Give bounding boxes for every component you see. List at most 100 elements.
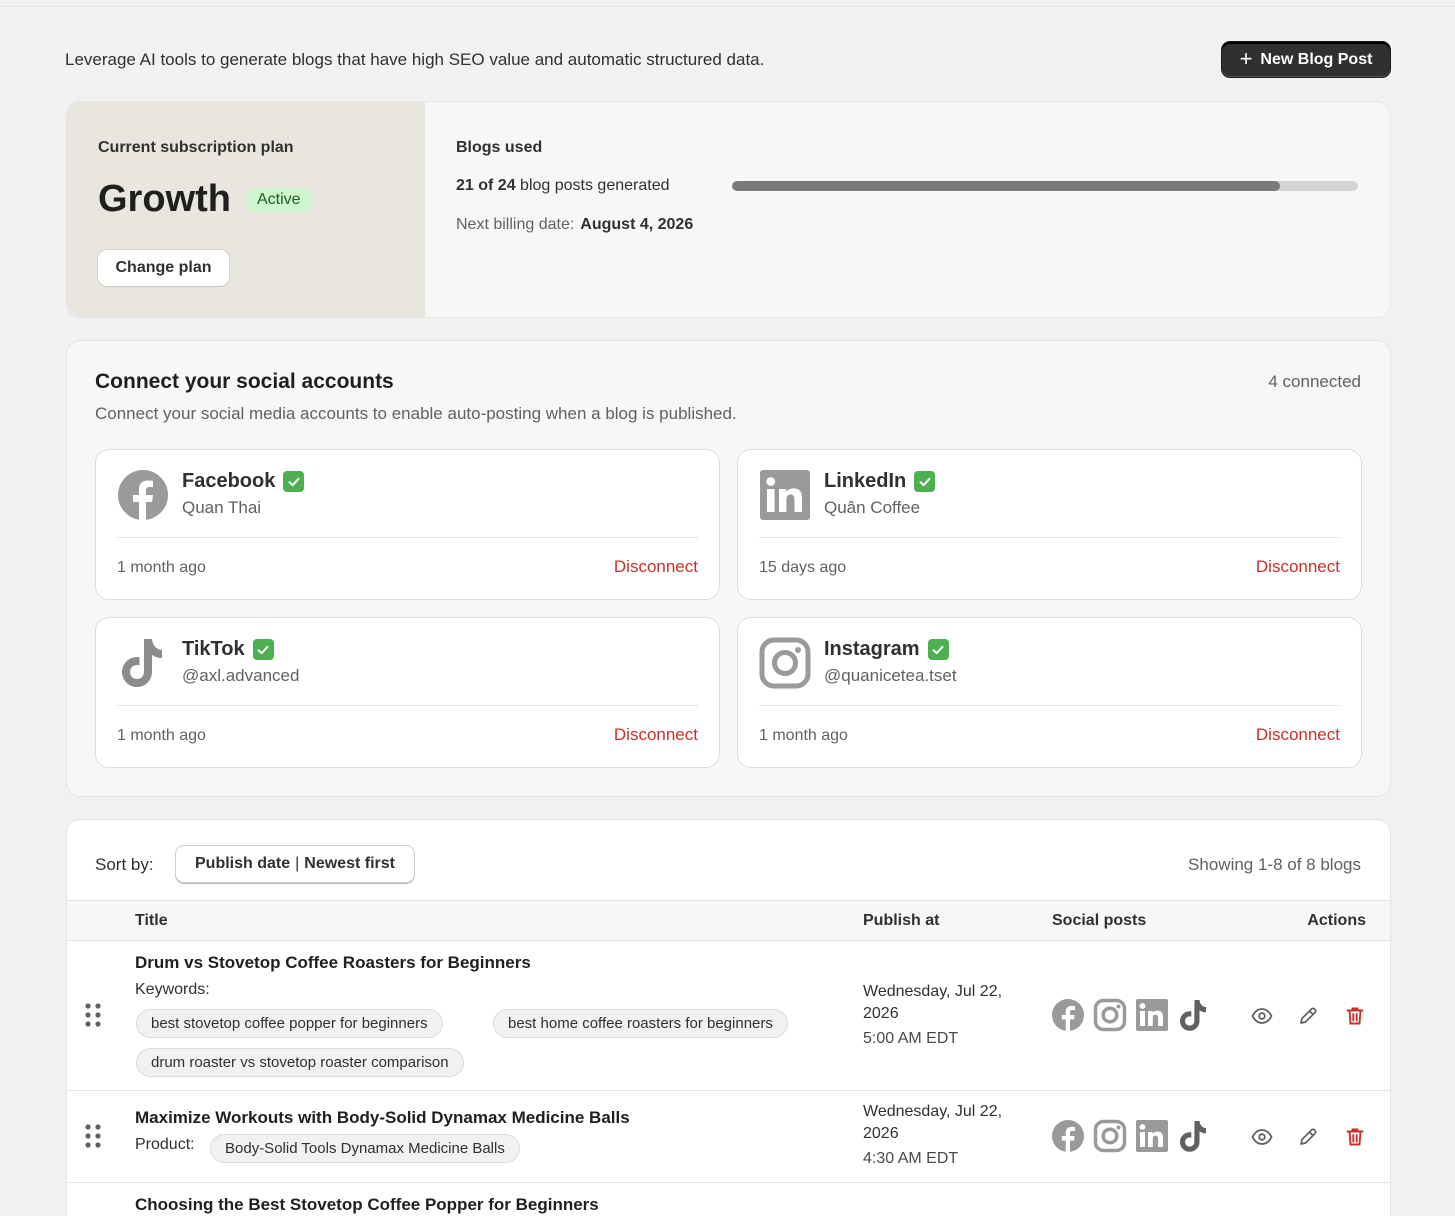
account-name: TikTok (182, 638, 274, 661)
pagination-summary: Showing 1-8 of 8 blogs (1188, 855, 1361, 874)
disconnect-instagram-button[interactable]: Disconnect (1256, 725, 1340, 745)
usage-progress-bar (732, 181, 1358, 191)
drag-handle-icon[interactable] (84, 1002, 102, 1028)
tiktok-icon (1180, 1000, 1206, 1031)
publish-time: 5:00 AM EDT (863, 1030, 959, 1047)
view-eye-icon[interactable] (1249, 1124, 1275, 1150)
account-name-text: LinkedIn (824, 470, 907, 492)
publish-time: 4:30 AM EDT (863, 1150, 959, 1167)
usage-progress-fill (732, 181, 1280, 191)
table-row[interactable]: Maximize Workouts with Body-Solid Dynama… (67, 1091, 1390, 1183)
usage-text: 21 of 24 blog posts generated (456, 177, 670, 195)
account-handle: Quan Thai (182, 498, 262, 517)
plan-usage: Blogs used 21 of 24 blog posts generated… (456, 102, 1390, 317)
product-label: Product: (135, 1136, 195, 1153)
usage-count: 21 of 24 (456, 177, 516, 194)
usage-suffix: blog posts generated (520, 177, 670, 194)
publish-at: Wednesday, Jul 22, 2026 5:00 AM EDT (863, 981, 1033, 1050)
social-title: Connect your social accounts (95, 370, 394, 393)
facebook-icon (117, 469, 169, 521)
next-billing: Next billing date: August 4, 2026 (456, 216, 693, 234)
publish-date: Wednesday, Jul 22, 2026 (863, 983, 1003, 1022)
keyword-tag: best stovetop coffee popper for beginner… (136, 1009, 443, 1038)
facebook-icon (1052, 999, 1084, 1031)
sort-select-button[interactable]: Publish date | Newest first (175, 845, 415, 883)
divider (117, 705, 698, 706)
social-subtitle: Connect your social media accounts to en… (95, 404, 737, 423)
divider (759, 537, 1340, 538)
blog-title[interactable]: Drum vs Stovetop Coffee Roasters for Beg… (135, 953, 531, 973)
divider (117, 537, 698, 538)
blog-title[interactable]: Choosing the Best Stovetop Coffee Popper… (135, 1195, 599, 1215)
table-row[interactable]: Drum vs Stovetop Coffee Roasters for Beg… (67, 941, 1390, 1091)
change-plan-button[interactable]: Change plan (98, 250, 229, 286)
account-card-linkedin: LinkedIn Quân Coffee 15 days ago Disconn… (737, 449, 1362, 600)
check-icon (927, 639, 949, 660)
publish-at: Wednesday, Jul 22, 2026 4:30 AM EDT (863, 1101, 1033, 1170)
account-handle: @quanicetea.tset (824, 666, 957, 685)
table-row[interactable]: Choosing the Best Stovetop Coffee Popper… (67, 1183, 1390, 1216)
delete-trash-icon[interactable] (1342, 1003, 1368, 1029)
product-tag: Body-Solid Tools Dynamax Medicine Balls (210, 1134, 520, 1163)
account-handle: Quân Coffee (824, 498, 921, 517)
sort-label: Sort by: (95, 855, 154, 874)
drag-handle-icon[interactable] (84, 1123, 102, 1149)
connected-time: 15 days ago (759, 559, 847, 576)
new-blog-post-label: New Blog Post (1260, 50, 1373, 68)
facebook-icon (1052, 1120, 1084, 1152)
new-blog-post-button[interactable]: + New Blog Post (1221, 41, 1391, 78)
subscription-card: Current subscription plan Growth Active … (66, 101, 1391, 318)
sort-separator: | (295, 855, 300, 872)
billing-label: Next billing date: (456, 216, 575, 233)
tiktok-icon (117, 637, 169, 689)
column-header-actions: Actions (1307, 912, 1366, 929)
social-posts (1051, 998, 1211, 1032)
edit-pencil-icon[interactable] (1295, 1003, 1321, 1029)
billing-date: August 4, 2026 (580, 216, 694, 233)
account-card-facebook: Facebook Quan Thai 1 month ago Disconnec… (95, 449, 720, 600)
disconnect-facebook-button[interactable]: Disconnect (614, 557, 698, 577)
divider (759, 705, 1340, 706)
blog-title[interactable]: Maximize Workouts with Body-Solid Dynama… (135, 1108, 630, 1128)
account-name: Instagram (824, 638, 949, 661)
social-accounts-card: Connect your social accounts Connect you… (66, 340, 1391, 797)
instagram-icon (1093, 998, 1127, 1032)
linkedin-icon (1136, 999, 1168, 1031)
column-header-publish: Publish at (863, 912, 940, 929)
edit-pencil-icon[interactable] (1295, 1124, 1321, 1150)
account-name: LinkedIn (824, 470, 936, 493)
keyword-tag: drum roaster vs stovetop roaster compari… (136, 1048, 464, 1077)
table-header: Title Publish at Social posts Actions (67, 900, 1390, 941)
account-name-text: Instagram (824, 638, 920, 660)
social-posts (1051, 1119, 1211, 1153)
connected-count: 4 connected (1268, 372, 1361, 391)
disconnect-linkedin-button[interactable]: Disconnect (1256, 557, 1340, 577)
keyword-tag: best home coffee roasters for beginners (493, 1009, 788, 1038)
linkedin-icon (759, 469, 811, 521)
column-header-title: Title (135, 912, 168, 929)
check-icon (914, 471, 936, 492)
blogs-used-label: Blogs used (456, 139, 543, 156)
plan-summary: Current subscription plan Growth Active … (67, 102, 425, 317)
publish-date: Wednesday, Jul 22, 2026 (863, 1103, 1003, 1142)
account-name-text: Facebook (182, 470, 276, 492)
disconnect-tiktok-button[interactable]: Disconnect (614, 725, 698, 745)
view-eye-icon[interactable] (1249, 1003, 1275, 1029)
check-icon (252, 639, 274, 660)
account-card-tiktok: TikTok @axl.advanced 1 month ago Disconn… (95, 617, 720, 768)
sort-order: Newest first (304, 855, 395, 872)
plus-icon: + (1239, 45, 1253, 71)
account-card-instagram: Instagram @quanicetea.tset 1 month ago D… (737, 617, 1362, 768)
account-handle: @axl.advanced (182, 666, 300, 685)
delete-trash-icon[interactable] (1342, 1124, 1368, 1150)
instagram-icon (1093, 1119, 1127, 1153)
check-icon (283, 471, 305, 492)
connected-time: 1 month ago (117, 727, 206, 744)
tiktok-icon (1180, 1121, 1206, 1152)
blogs-list-card: Sort by: Publish date | Newest first Sho… (66, 819, 1391, 1216)
top-divider (0, 6, 1455, 7)
account-name-text: TikTok (182, 638, 245, 660)
connected-time: 1 month ago (117, 559, 206, 576)
account-name: Facebook (182, 470, 305, 493)
keywords-label: Keywords: (135, 981, 210, 998)
